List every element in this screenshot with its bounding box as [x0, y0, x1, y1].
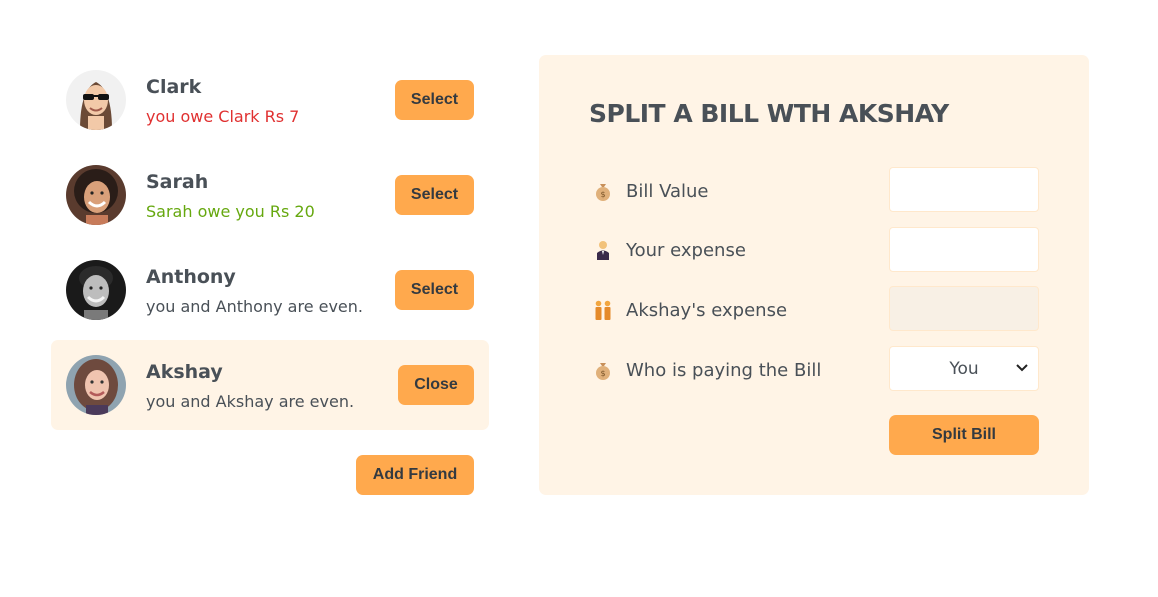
bill-value-input[interactable]	[889, 167, 1039, 212]
add-friend-button[interactable]: Add Friend	[356, 455, 474, 495]
split-bill-form: SPLIT A BILL WTH AKSHAY $ Bill Value You…	[539, 55, 1089, 495]
close-friend-button[interactable]: Close	[398, 365, 474, 405]
payer-label: Who is paying the Bill	[626, 359, 822, 381]
chevron-down-icon	[1016, 364, 1028, 372]
friend-name: Anthony	[146, 266, 236, 288]
friend-balance-status: Sarah owe you Rs 20	[146, 202, 315, 221]
your-expense-label: Your expense	[626, 239, 746, 261]
friend-item-clark: Clark you owe Clark Rs 7 Select	[51, 55, 489, 145]
friend-expense-label-row: Akshay's expense	[592, 299, 787, 321]
friend-name: Clark	[146, 76, 202, 98]
person-in-tuxedo-icon	[597, 241, 609, 260]
form-title: SPLIT A BILL WTH AKSHAY	[589, 99, 949, 128]
payer-select-value: You	[949, 358, 979, 379]
friend-item-akshay: Akshay you and Akshay are even. Close	[51, 340, 489, 430]
payer-label-row: $ Who is paying the Bill	[592, 359, 821, 381]
friends-sidebar: Clark you owe Clark Rs 7 Select Sarah Sa…	[51, 55, 489, 495]
friend-balance-status: you and Anthony are even.	[146, 297, 363, 316]
friend-name: Sarah	[146, 171, 209, 193]
your-expense-input[interactable]	[889, 227, 1039, 272]
split-bill-button[interactable]: Split Bill	[889, 415, 1039, 455]
two-people-icon	[595, 300, 611, 320]
your-expense-label-row: Your expense	[592, 239, 746, 261]
friend-balance-status: you owe Clark Rs 7	[146, 107, 300, 126]
friend-name: Akshay	[146, 361, 223, 383]
bill-value-label-row: $ Bill Value	[592, 180, 709, 202]
money-bag-icon: $	[596, 363, 610, 380]
select-friend-button[interactable]: Select	[395, 270, 474, 310]
friend-item-anthony: Anthony you and Anthony are even. Select	[51, 245, 489, 335]
clark-avatar	[66, 70, 126, 130]
sarah-avatar	[66, 165, 126, 225]
select-friend-button[interactable]: Select	[395, 80, 474, 120]
payer-select[interactable]: You	[889, 346, 1039, 391]
anthony-avatar	[66, 260, 126, 320]
svg-text:$: $	[600, 369, 605, 378]
akshay-avatar	[66, 355, 126, 415]
friend-item-sarah: Sarah Sarah owe you Rs 20 Select	[51, 150, 489, 240]
friend-expense-label: Akshay's expense	[626, 299, 788, 321]
friend-balance-status: you and Akshay are even.	[146, 392, 355, 411]
friend-expense-input	[889, 286, 1039, 331]
bill-value-label: Bill Value	[626, 180, 709, 202]
svg-text:$: $	[600, 190, 605, 199]
money-bag-icon: $	[596, 184, 610, 201]
select-friend-button[interactable]: Select	[395, 175, 474, 215]
